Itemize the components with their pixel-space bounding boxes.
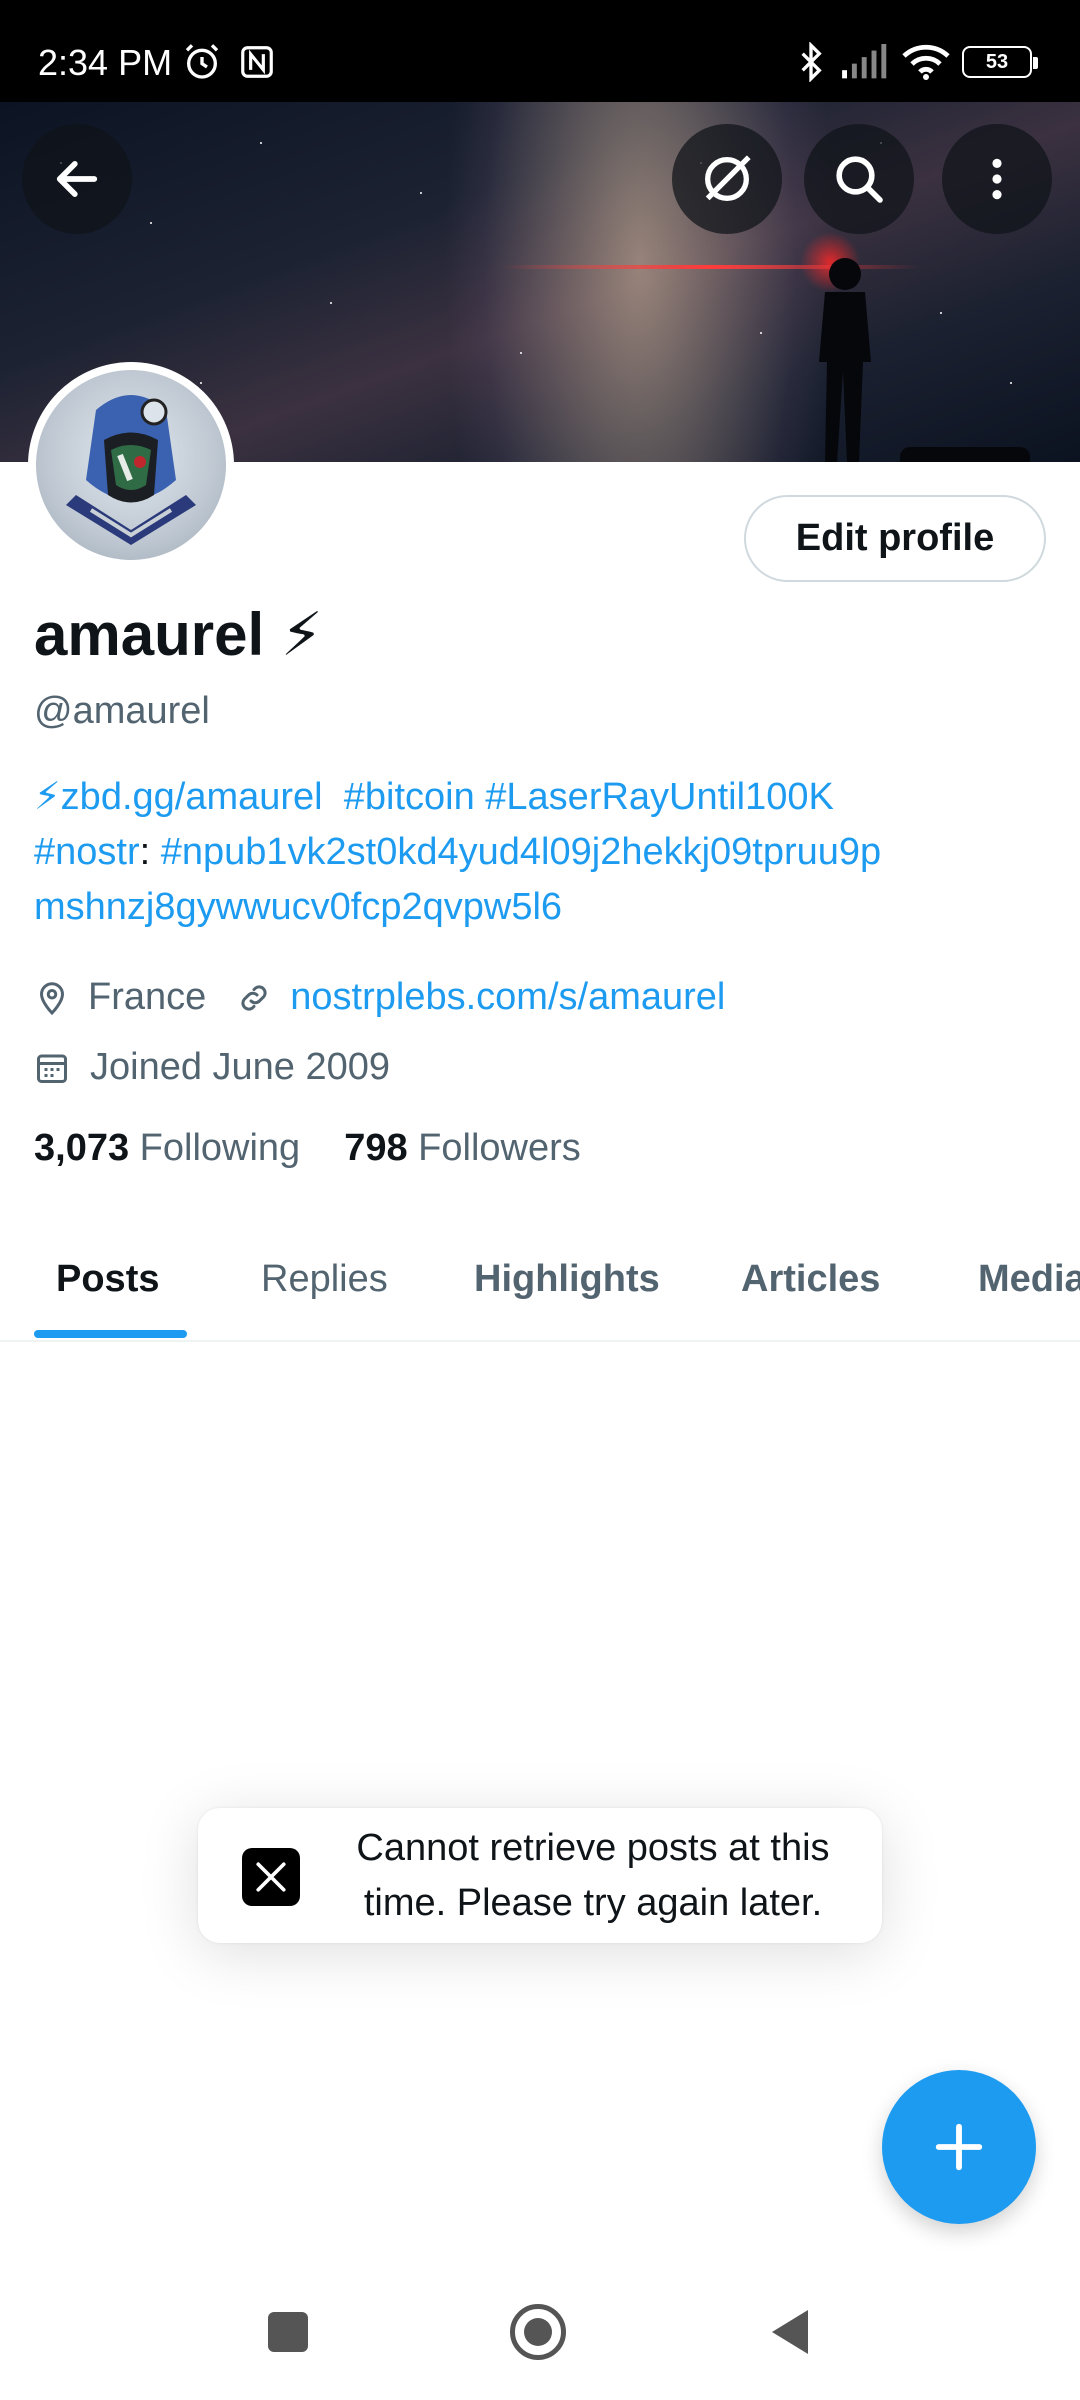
signal-icon [840, 42, 890, 82]
follow-stats: 3,073 Following 798 Followers [34, 1127, 581, 1170]
avatar[interactable] [28, 362, 234, 568]
following-stat[interactable]: 3,073 Following [34, 1127, 300, 1170]
bio-nostr-tag[interactable]: #nostr [34, 831, 140, 873]
display-name: amaurel ⚡ [34, 601, 323, 668]
silhouette-figure [819, 258, 871, 462]
bio-hashtags[interactable]: #bitcoin #LaserRayUntil100K [344, 776, 834, 818]
followers-count: 798 [344, 1127, 408, 1169]
grok-button[interactable] [672, 124, 782, 234]
meta-location-row: France nostrplebs.com/s/amaurel [34, 976, 725, 1019]
toast-message: Cannot retrieve posts at this time. Plea… [328, 1821, 858, 1931]
bio: ⚡zbd.gg/amaurel #bitcoin #LaserRayUntil1… [34, 770, 1054, 935]
home-dot-icon [524, 2318, 552, 2346]
battery-level: 53 [985, 50, 1009, 73]
grok-icon [705, 155, 751, 201]
location-pin-icon [39, 981, 65, 1015]
back-button[interactable] [22, 124, 132, 234]
tab-media[interactable]: Media [978, 1258, 1080, 1301]
recents-button[interactable] [268, 2312, 308, 2352]
edit-profile-button[interactable]: Edit profile [744, 495, 1046, 582]
bio-colon: : [139, 831, 151, 873]
wifi-icon [902, 42, 950, 82]
toast-line-1: Cannot retrieve posts at this [356, 1826, 830, 1869]
arrow-left-icon [56, 161, 98, 197]
following-label: Following [139, 1127, 301, 1169]
followers-label: Followers [418, 1127, 581, 1169]
bio-zbd-link[interactable]: ⚡zbd.gg/amaurel [34, 776, 323, 818]
tab-posts[interactable]: Posts [56, 1258, 159, 1301]
compose-post-button[interactable] [882, 2070, 1036, 2224]
tab-replies[interactable]: Replies [261, 1258, 388, 1301]
status-bar: 2:34 PM 53 [0, 0, 1080, 102]
home-button[interactable] [510, 2304, 566, 2360]
website-link[interactable]: nostrplebs.com/s/amaurel [290, 976, 725, 1019]
more-vertical-icon [992, 158, 1002, 200]
nfc-icon [238, 42, 276, 82]
search-icon [836, 156, 883, 203]
status-time: 2:34 PM [38, 42, 173, 83]
x-logo-icon [242, 1848, 300, 1906]
calendar-icon [37, 1054, 67, 1083]
avatar-image [66, 395, 196, 545]
error-toast: Cannot retrieve posts at this time. Plea… [198, 1808, 882, 1943]
toast-line-2: time. Please try again later. [363, 1881, 823, 1924]
more-button[interactable] [942, 124, 1052, 234]
joined-text: Joined June 2009 [90, 1046, 391, 1088]
bio-npub-continued[interactable]: mshnzj8gywwucv0fcp2qvpw5l6 [34, 880, 1054, 935]
tab-highlights[interactable]: Highlights [474, 1258, 660, 1301]
battery-icon: 53 [962, 42, 1038, 82]
profile-tabs: Posts Replies Highlights Articles Media [0, 1230, 1080, 1342]
following-count: 3,073 [34, 1127, 130, 1169]
location-text: France [88, 976, 207, 1018]
bluetooth-icon [796, 42, 826, 82]
search-button[interactable] [804, 124, 914, 234]
link-icon [241, 984, 267, 1011]
back-triangle-button[interactable] [768, 2308, 812, 2356]
alarm-icon [182, 42, 222, 82]
active-tab-indicator [34, 1330, 187, 1338]
system-navigation-bar [0, 2260, 1080, 2400]
tab-articles[interactable]: Articles [741, 1258, 880, 1301]
followers-stat[interactable]: 798 Followers [344, 1127, 581, 1170]
bio-npub-tag[interactable]: #npub1vk2st0kd4yud4l09j2hekkj09tpruu9p [161, 831, 881, 873]
handle: @amaurel [34, 690, 210, 732]
plus-icon [935, 2123, 983, 2171]
meta-joined-row: Joined June 2009 [34, 1046, 390, 1089]
